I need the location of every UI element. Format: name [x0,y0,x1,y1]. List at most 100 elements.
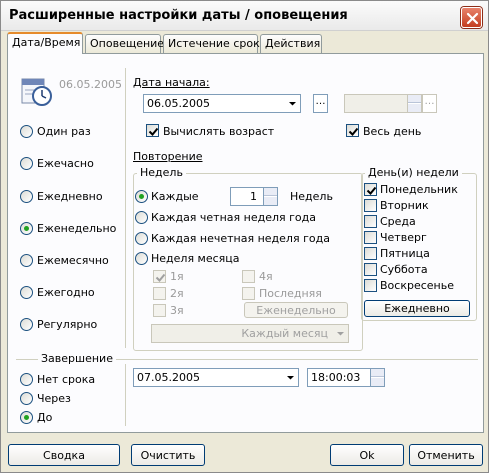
radio-monthly-label: Ежемесячно [37,254,109,267]
after-label: Через [37,392,71,405]
tab-panel-datetime: 06.05.2005 Один раз Ежечасно Ежедневно Е… [7,53,484,433]
end-vertical-separator [125,364,126,426]
end-time-input[interactable]: 18:00:03 [307,368,385,387]
radio-after[interactable] [20,392,33,405]
radio-yearly[interactable] [20,286,33,299]
summary-button[interactable]: Сводка [8,444,120,466]
all-day-checkbox[interactable] [346,124,359,137]
weekday-label-mon: Понедельник [380,183,458,196]
start-time-ellipsis-button[interactable]: … [422,94,437,113]
radio-even-week[interactable] [135,211,148,224]
weekday-label-sat: Суббота [380,263,428,276]
radio-once-label: Один раз [37,125,91,138]
week-last-checkbox[interactable] [242,287,255,300]
weekly-button[interactable]: Еженедельно [244,302,348,318]
end-time-spinner[interactable] [370,369,384,386]
end-date-dropdown[interactable] [283,369,298,386]
radio-no-end[interactable] [20,373,33,386]
checkmark-icon [148,127,159,136]
start-date-dropdown[interactable] [285,95,300,112]
odd-week-label: Каждая нечетная неделя года [151,232,330,245]
monthly-select[interactable]: Каждый месяц [151,324,349,343]
start-date-value: 06.05.2005 [147,97,210,110]
weekdays-legend: День(и) недели [365,166,462,179]
week3-label: 3я [170,304,184,317]
spin-up-icon [264,188,277,196]
end-time-value: 18:00:03 [311,371,361,384]
weekday-checkbox-mon[interactable] [364,183,377,196]
radio-once[interactable] [20,125,33,138]
weeks-legend: Недель [137,166,186,179]
radio-regular[interactable] [20,318,33,331]
weeks-unit-label: Недель [290,190,333,203]
repeat-label: Повторение [133,150,203,163]
end-legend: Завершение [38,352,116,365]
tab-notification[interactable]: Оповещение [85,34,164,53]
checkmark-icon [366,186,377,195]
every-n-spinner[interactable] [263,188,277,205]
weekday-label-thu: Четверг [380,231,427,244]
icon-date-label: 06.05.2005 [59,78,122,91]
start-time-spinner[interactable] [407,95,421,112]
week1-label: 1я [170,270,184,283]
week3-checkbox[interactable] [153,304,166,317]
weekday-checkbox-wed[interactable] [364,215,377,228]
spin-up-icon [408,95,421,103]
radio-weekly[interactable] [20,222,33,235]
chevron-down-icon [337,332,344,336]
all-day-label: Весь день [363,125,422,138]
radio-daily[interactable] [20,190,33,203]
chevron-down-icon [289,102,296,106]
radio-week-of-month[interactable] [135,252,148,265]
monthly-select-value: Каждый месяц [241,327,328,340]
weekday-checkbox-tue[interactable] [364,199,377,212]
close-button[interactable] [461,7,482,28]
tab-datetime[interactable]: Дата/Время [7,32,83,54]
radio-odd-week[interactable] [135,232,148,245]
weekday-checkbox-sat[interactable] [364,263,377,276]
close-icon [466,12,479,25]
radio-yearly-label: Ежегодно [37,286,95,299]
even-week-label: Каждая четная неделя года [151,211,316,224]
radio-until[interactable] [20,411,33,424]
radio-hourly[interactable] [20,157,33,170]
week4-label: 4я [259,270,273,283]
tab-actions[interactable]: Действия [260,34,322,53]
end-date-input[interactable]: 07.05.2005 [133,368,299,387]
calc-age-checkbox[interactable] [146,124,159,137]
radio-every-n-weeks[interactable] [135,190,148,203]
radio-regular-label: Регулярно [37,318,98,331]
start-time-input[interactable] [344,94,422,113]
monthly-dropdown[interactable] [333,325,348,342]
chevron-down-icon [287,376,294,380]
end-date-value: 07.05.2005 [137,371,200,384]
clear-button[interactable]: Очистить [131,444,205,466]
vertical-separator [125,68,126,348]
tab-expiration[interactable]: Истечение срока [163,34,266,53]
weekday-checkbox-thu[interactable] [364,231,377,244]
start-date-label: Дата начала: [133,76,210,89]
weekday-checkbox-fri[interactable] [364,247,377,260]
every-n-input[interactable]: 1 [230,187,278,206]
week4-checkbox[interactable] [242,270,255,283]
radio-hourly-label: Ежечасно [37,157,94,170]
spin-down-icon [371,378,384,386]
start-date-ellipsis-button[interactable]: … [313,94,328,113]
daily-button[interactable]: Ежедневно [364,300,470,317]
start-date-input[interactable]: 06.05.2005 [143,94,301,113]
cancel-button[interactable]: Отменить [409,444,483,466]
spin-down-icon [264,197,277,205]
checkmark-icon [155,273,166,282]
ok-button[interactable]: Ok [330,444,404,466]
radio-weekly-label: Еженедельно [37,222,117,235]
radio-daily-label: Ежедневно [37,190,103,203]
week1-checkbox[interactable] [153,270,166,283]
calendar-clock-icon [20,76,54,111]
title-bar[interactable]: Расширенные настройки даты / оповещения [1,1,488,31]
radio-monthly[interactable] [20,254,33,267]
weekday-checkbox-sun[interactable] [364,279,377,292]
week2-checkbox[interactable] [153,287,166,300]
week2-label: 2я [170,287,184,300]
checkmark-icon [348,127,359,136]
calc-age-label: Вычислять возраст [163,125,275,138]
